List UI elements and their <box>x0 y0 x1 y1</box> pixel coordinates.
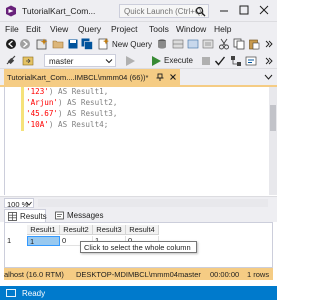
ssms-logo-icon <box>6 5 16 17</box>
debug-run-icon[interactable] <box>124 55 136 67</box>
column-select-tooltip: Click to select the whole column <box>80 241 197 253</box>
column-header-result2[interactable]: Result2 <box>60 225 93 235</box>
execute-label[interactable]: Execute <box>164 56 193 65</box>
column-header-result4[interactable]: Result4 <box>126 225 159 235</box>
status-host: DESKTOP-MDIMBCL\mmm04 ... <box>76 270 187 279</box>
app-status-bar: Ready <box>0 286 277 300</box>
menu-project[interactable]: Project <box>111 24 137 34</box>
editor-vertical-scrollbar[interactable] <box>269 87 277 195</box>
tab-overflow-dropdown-icon[interactable] <box>264 73 273 81</box>
zoom-selector[interactable]: 100 % <box>4 198 34 209</box>
database-selector[interactable]: master <box>44 54 116 67</box>
minimize-icon[interactable] <box>216 3 232 17</box>
database-selector-value: master <box>49 56 74 66</box>
search-icon <box>195 6 206 17</box>
save-icon[interactable] <box>67 38 79 50</box>
sql-editor-toolbar: master Execute <box>0 52 277 69</box>
document-tab-title: TutorialKart_Com....IMBCL\mmm04 (66))* <box>7 72 149 82</box>
intellisense-icon[interactable] <box>245 55 257 67</box>
connect-icon[interactable] <box>5 55 17 67</box>
open-file-icon[interactable] <box>52 38 64 50</box>
overflow-chevron-icon-2[interactable] <box>263 55 275 67</box>
tab-messages[interactable]: Messages <box>52 209 104 222</box>
messages-icon <box>55 211 64 220</box>
status-elapsed: 00:00:00 <box>210 270 240 279</box>
column-header-result3[interactable]: Result3 <box>93 225 126 235</box>
column-header-result1[interactable]: Result1 <box>27 225 60 235</box>
menu-view[interactable]: View <box>50 24 68 34</box>
xmla-query-icon[interactable] <box>202 38 214 50</box>
pin-icon[interactable] <box>155 72 165 82</box>
forward-icon[interactable] <box>19 38 31 50</box>
menu-window[interactable]: Window <box>176 24 206 34</box>
stop-icon[interactable] <box>200 55 212 67</box>
quick-launch-placeholder: Quick Launch (Ctrl+Q) <box>124 7 204 16</box>
code-line-2: 'Arjun') AS Result2, <box>26 98 118 107</box>
overflow-chevron-icon[interactable] <box>263 38 275 50</box>
changed-lines-margin <box>21 87 24 131</box>
change-connection-icon[interactable] <box>22 55 34 67</box>
mdx-query-icon[interactable] <box>172 38 184 50</box>
title-bar: TutorialKart_Com... Quick Launch (Ctrl+Q… <box>0 0 277 22</box>
chevron-down-icon <box>105 59 113 64</box>
copy-icon[interactable] <box>233 38 245 50</box>
quick-launch-input[interactable]: Quick Launch (Ctrl+Q) <box>119 4 209 18</box>
back-icon[interactable] <box>5 38 17 50</box>
code-line-4: '10A') AS Result4; <box>26 120 109 129</box>
menu-file[interactable]: File <box>5 24 19 34</box>
query-status-bar: alhost (16.0 RTM) DESKTOP-MDIMBCL\mmm04 … <box>4 268 273 280</box>
app-status-text: Ready <box>22 289 46 298</box>
close-icon[interactable] <box>256 3 272 17</box>
document-tab-well: TutorialKart_Com....IMBCL\mmm04 (66))* <box>0 69 277 85</box>
window-title: TutorialKart_Com... <box>22 6 96 16</box>
parse-check-icon[interactable] <box>214 55 226 67</box>
results-tab-strip: Results Messages <box>0 208 277 222</box>
query-document-tab[interactable]: TutorialKart_Com....IMBCL\mmm04 (66))* <box>4 69 180 85</box>
cell-result1[interactable]: 1 <box>27 236 60 246</box>
row-number[interactable]: 1 <box>7 236 27 246</box>
zoom-chevron-down-icon <box>26 201 32 206</box>
cut-icon[interactable] <box>218 38 230 50</box>
new-project-icon[interactable] <box>36 38 48 50</box>
status-rows: 1 rows <box>247 270 270 279</box>
menu-query[interactable]: Query <box>78 24 101 34</box>
code-line-1: '123') AS Result1, <box>26 87 109 96</box>
database-query-icon[interactable] <box>156 38 168 50</box>
tab-results[interactable]: Results <box>4 209 47 222</box>
maximize-icon[interactable] <box>236 3 252 17</box>
tab-results-label: Results <box>20 212 47 221</box>
save-all-icon[interactable] <box>81 38 93 50</box>
menu-bar: File Edit View Query Project Tools Windo… <box>0 22 277 36</box>
results-grid[interactable]: Result1 Result2 Result3 Result4 1 1 0 1 … <box>4 222 273 268</box>
editor-zoom-bar: 100 % <box>0 196 277 209</box>
new-query-label[interactable]: New Query <box>112 40 152 49</box>
execute-icon[interactable] <box>150 55 162 67</box>
close-tab-icon[interactable] <box>168 72 178 82</box>
new-query-icon[interactable] <box>97 38 109 50</box>
sql-editor[interactable]: '123') AS Result1, 'Arjun') AS Result2, … <box>4 87 269 195</box>
dmx-query-icon[interactable] <box>187 38 199 50</box>
grid-icon <box>8 212 17 221</box>
menu-edit[interactable]: Edit <box>26 24 41 34</box>
status-window-icon <box>6 289 16 297</box>
paste-icon[interactable] <box>248 38 260 50</box>
code-line-3: '45.67') AS Result3, <box>26 109 118 118</box>
status-server: alhost (16.0 RTM) <box>4 270 64 279</box>
status-database: master <box>178 270 201 279</box>
tab-messages-label: Messages <box>67 211 104 220</box>
menu-tools[interactable]: Tools <box>149 24 169 34</box>
editor-scroll-thumb[interactable] <box>270 105 276 131</box>
estimated-plan-icon[interactable] <box>230 55 242 67</box>
editor-horizontal-scrollbar[interactable] <box>38 199 268 207</box>
standard-toolbar: New Query <box>0 36 277 52</box>
menu-help[interactable]: Help <box>214 24 231 34</box>
